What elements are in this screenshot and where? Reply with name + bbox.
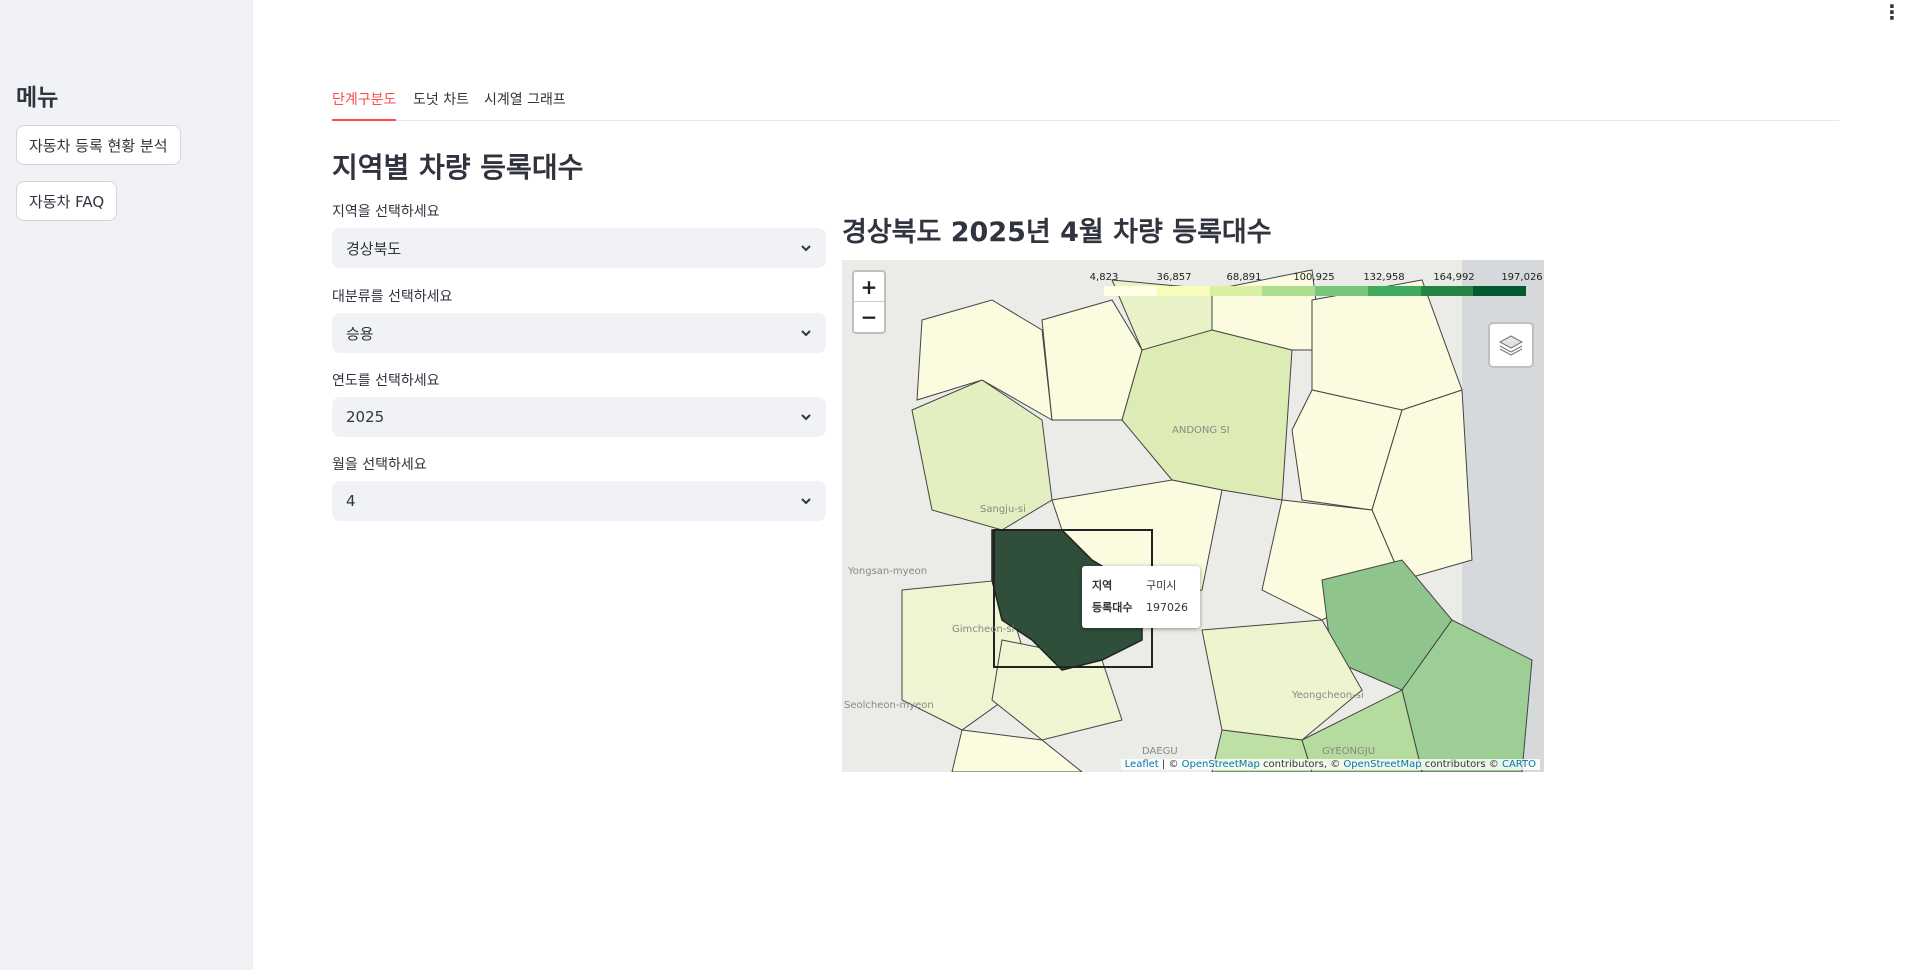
year-select-label: 연도를 선택하세요 — [332, 373, 440, 389]
month-select-label: 월을 선택하세요 — [332, 457, 427, 473]
main-menu-icon[interactable]: ⋮ — [1882, 2, 1902, 22]
category-select[interactable]: 승용 — [332, 313, 826, 353]
tab-time-series[interactable]: 시계열 그래프 — [484, 89, 566, 121]
month-select[interactable]: 4 — [332, 481, 826, 521]
sidebar: 메뉴 자동차 등록 현황 분석 자동차 FAQ — [0, 0, 253, 970]
category-select-label: 대분류를 선택하세요 — [332, 289, 453, 305]
tab-bar: 단계구분도 도넛 차트 시계열 그래프 — [332, 85, 1839, 121]
map-regions — [842, 260, 1544, 772]
legend-color-swatch — [1262, 286, 1315, 296]
region-select-label: 지역을 선택하세요 — [332, 204, 440, 220]
year-select[interactable]: 2025 — [332, 397, 826, 437]
chevron-down-icon — [801, 498, 811, 505]
zoom-out-button[interactable]: − — [854, 302, 884, 332]
legend-tick: 197,026 — [1501, 272, 1543, 283]
map-label: DAEGU — [1142, 746, 1178, 757]
region-select[interactable]: 경상북도 — [332, 228, 826, 268]
map-title: 경상북도 2025년 4월 차량 등록대수 — [842, 217, 1272, 248]
category-select-value: 승용 — [346, 324, 374, 343]
legend-color-swatch — [1156, 286, 1210, 296]
month-select-value: 4 — [346, 492, 356, 510]
map-label: Gimcheon-si — [952, 624, 1015, 635]
chevron-down-icon — [801, 245, 811, 252]
tab-choropleth[interactable]: 단계구분도 — [332, 89, 397, 121]
legend-color-swatch — [1104, 286, 1157, 296]
legend-color-bar — [1104, 286, 1526, 296]
osm-link[interactable]: OpenStreetMap — [1343, 759, 1421, 770]
map-label: GYEONGJU — [1322, 746, 1376, 757]
legend-tick: 36,857 — [1156, 272, 1192, 283]
tooltip-count-value: 197026 — [1146, 600, 1188, 614]
zoom-in-button[interactable]: + — [854, 272, 884, 302]
tooltip-region-key: 지역 — [1092, 579, 1113, 592]
layers-button[interactable] — [1488, 322, 1534, 368]
legend-color-swatch — [1367, 286, 1421, 296]
legend-tick: 4,823 — [1089, 272, 1119, 283]
legend-color-swatch — [1473, 286, 1526, 296]
attribution-text: | © — [1161, 759, 1179, 770]
legend-tick: 68,891 — [1226, 272, 1262, 283]
legend-tick: 132,958 — [1363, 272, 1405, 283]
map-label: Seolcheon-myeon — [844, 700, 934, 711]
map-label: Yongsan-myeon — [848, 566, 928, 577]
map-attribution: Leaflet | © OpenStreetMap contributors, … — [1120, 759, 1540, 770]
car-faq-button[interactable]: 자동차 FAQ — [16, 181, 118, 221]
legend-color-swatch — [1315, 286, 1368, 296]
legend-color-swatch — [1420, 286, 1474, 296]
leaflet-link[interactable]: Leaflet — [1125, 759, 1159, 770]
legend-color-swatch — [1209, 286, 1263, 296]
page-title: 지역별 차량 등록대수 — [332, 151, 584, 184]
legend-tick: 164,992 — [1433, 272, 1475, 283]
region-select-value: 경상북도 — [346, 239, 402, 258]
layers-icon — [1498, 335, 1524, 356]
legend-tick: 100,925 — [1293, 272, 1335, 283]
choropleth-map[interactable]: Sangju-si ANDONG SI Gimcheon-si DAEGU GY… — [842, 260, 1544, 772]
tooltip-count-key: 등록대수 — [1092, 601, 1133, 614]
map-tooltip: 지역 구미시 등록대수 197026 — [1082, 566, 1200, 628]
tooltip-region-value: 구미시 — [1146, 579, 1177, 592]
attribution-text: contributors, © — [1263, 759, 1341, 770]
color-legend: 4,823 36,857 68,891 100,925 132,958 164,… — [1090, 272, 1543, 300]
chevron-down-icon — [801, 414, 811, 421]
sidebar-title: 메뉴 — [16, 85, 59, 111]
carto-link[interactable]: CARTO — [1502, 759, 1536, 770]
zoom-control: + − — [852, 270, 886, 334]
map-label: ANDONG SI — [1172, 425, 1230, 436]
attribution-text: contributors © — [1424, 759, 1499, 770]
tab-donut-chart[interactable]: 도넛 차트 — [413, 89, 469, 121]
map-label: Sangju-si — [980, 504, 1026, 515]
year-select-value: 2025 — [346, 408, 385, 426]
map-label: Yeongcheon-si — [1292, 690, 1364, 701]
car-registration-analysis-button[interactable]: 자동차 등록 현황 분석 — [16, 125, 181, 165]
chevron-down-icon — [801, 330, 811, 337]
osm-link[interactable]: OpenStreetMap — [1182, 759, 1260, 770]
